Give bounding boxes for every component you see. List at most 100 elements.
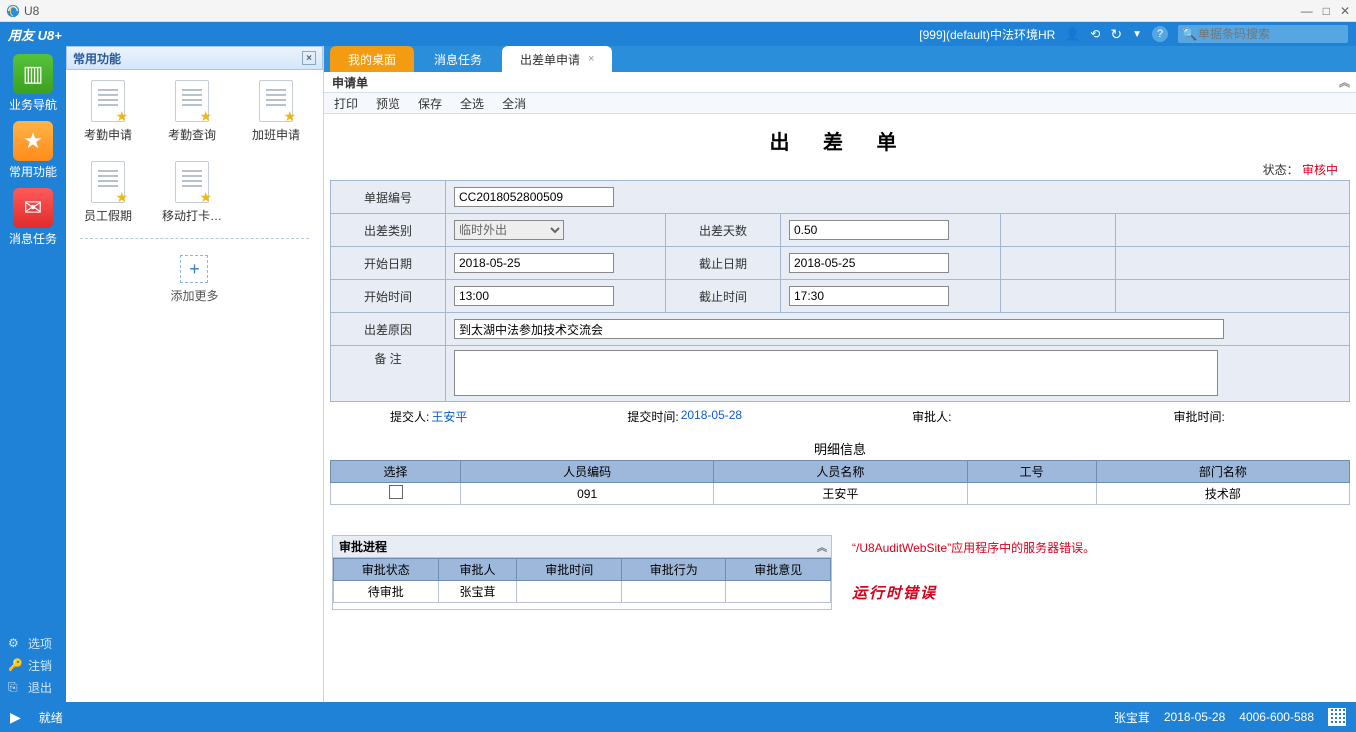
cell-name: 王安平: [714, 483, 967, 505]
status-bar: ▶ 就绪 张宝茸 2018-05-28 4006-600-588: [0, 702, 1356, 732]
tab-strip: 我的桌面 消息任务 出差单申请×: [324, 46, 1356, 72]
cell-code: 091: [461, 483, 714, 505]
starttime-input[interactable]: [454, 286, 614, 306]
search-icon: 🔍: [1182, 27, 1197, 41]
col-aptime: 审批时间: [517, 559, 622, 581]
minimize-button[interactable]: —: [1301, 4, 1313, 18]
mail-icon: ✉: [13, 188, 53, 228]
document-icon: ★: [91, 80, 125, 122]
col-apopinion: 审批意见: [726, 559, 831, 581]
sub-header: 申请单 ︽: [324, 72, 1356, 92]
help-icon[interactable]: ?: [1152, 26, 1168, 42]
status-value: 审核中: [1302, 163, 1338, 177]
fav-item[interactable]: ★员工假期: [78, 161, 138, 224]
preview-button[interactable]: 预览: [376, 95, 400, 112]
fav-item[interactable]: ★加班申请: [246, 80, 306, 143]
col-apstatus: 审批状态: [334, 559, 439, 581]
col-dept: 部门名称: [1096, 461, 1349, 483]
document-icon: ★: [91, 161, 125, 203]
col-emp: 工号: [967, 461, 1096, 483]
rail-options[interactable]: ⚙选项: [8, 632, 58, 654]
tab-messages[interactable]: 消息任务: [416, 46, 500, 72]
favorites-panel: 常用功能 × ★考勤申请 ★考勤查询 ★加班申请 ★员工假期 ★移动打卡… + …: [66, 46, 324, 702]
maximize-button[interactable]: □: [1323, 4, 1330, 18]
submitter-value: 王安平: [431, 408, 467, 425]
error-message: “/U8AuditWebSite”应用程序中的服务器错误。 运行时错误: [844, 535, 1348, 610]
favorites-close-icon[interactable]: ×: [302, 51, 316, 65]
ie-icon: [6, 4, 20, 18]
barcode-search-input[interactable]: [1178, 25, 1348, 43]
docno-label: 单据编号: [331, 181, 446, 214]
remark-label: 备 注: [331, 346, 446, 402]
cell-dept: 技术部: [1096, 483, 1349, 505]
fav-item[interactable]: ★考勤申请: [78, 80, 138, 143]
table-row: 待审批 张宝茸: [334, 581, 831, 603]
type-select[interactable]: 临时外出: [454, 220, 564, 240]
col-select: 选择: [331, 461, 461, 483]
window-title: U8: [24, 4, 39, 18]
rail-logout[interactable]: 🔑注销: [8, 654, 58, 676]
submitter-label: 提交人:: [390, 408, 429, 425]
reason-label: 出差原因: [331, 313, 446, 346]
key-icon: 🔑: [8, 658, 22, 672]
plus-icon: +: [180, 255, 208, 283]
tab-close-icon[interactable]: ×: [588, 53, 594, 65]
pin-icon[interactable]: ▶: [10, 709, 21, 726]
add-more-button[interactable]: + 添加更多: [170, 255, 218, 304]
exit-icon: ⎘: [8, 680, 22, 695]
topbar-dropdown-icon[interactable]: ▼: [1132, 29, 1142, 40]
detail-title: 明细信息: [330, 439, 1350, 458]
favorites-header: 常用功能 ×: [66, 46, 323, 70]
selectall-button[interactable]: 全选: [460, 95, 484, 112]
starttime-label: 开始时间: [331, 280, 446, 313]
startdate-input[interactable]: [454, 253, 614, 273]
save-button[interactable]: 保存: [418, 95, 442, 112]
refresh-icon[interactable]: ⟲: [1090, 27, 1100, 41]
rail-nav-label: 业务导航: [9, 96, 57, 113]
collapse-icon[interactable]: ︽: [1339, 74, 1348, 90]
rail-messages[interactable]: ✉ 消息任务: [9, 188, 57, 247]
startdate-label: 开始日期: [331, 247, 446, 280]
approval-collapse-icon[interactable]: ︽: [817, 539, 825, 554]
print-button[interactable]: 打印: [334, 95, 358, 112]
form-toolbar: 打印 预览 保存 全选 全消: [324, 92, 1356, 114]
rail-exit[interactable]: ⎘退出: [8, 676, 58, 698]
reason-input[interactable]: [454, 319, 1224, 339]
enddate-input[interactable]: [789, 253, 949, 273]
qr-icon[interactable]: [1328, 708, 1346, 726]
rail-favorites[interactable]: ★ 常用功能: [9, 121, 57, 180]
submittime-label: 提交时间:: [627, 408, 678, 425]
sync-icon[interactable]: ↻: [1110, 26, 1122, 43]
favorites-title: 常用功能: [73, 50, 121, 67]
tab-desktop[interactable]: 我的桌面: [330, 46, 414, 72]
window-titlebar: U8 — □ ✕: [0, 0, 1356, 22]
sub-header-title: 申请单: [332, 74, 368, 91]
close-button[interactable]: ✕: [1340, 4, 1350, 18]
days-input[interactable]: [789, 220, 949, 240]
col-apaction: 审批行为: [621, 559, 726, 581]
content-area: 我的桌面 消息任务 出差单申请× 申请单 ︽ 打印 预览 保存 全选 全消 出 …: [324, 46, 1356, 702]
remark-textarea[interactable]: [454, 350, 1218, 396]
divider: [80, 238, 309, 239]
rail-nav[interactable]: ▥ 业务导航: [9, 54, 57, 113]
document-icon: ★: [175, 161, 209, 203]
deselect-button[interactable]: 全消: [502, 95, 526, 112]
row-checkbox[interactable]: [389, 485, 403, 499]
gear-icon: ⚙: [8, 636, 22, 650]
fav-item[interactable]: ★考勤查询: [162, 80, 222, 143]
col-code: 人员编码: [461, 461, 714, 483]
enddate-label: 截止日期: [666, 247, 781, 280]
tab-trip-request[interactable]: 出差单申请×: [502, 46, 612, 72]
user-icon[interactable]: 👤: [1065, 27, 1080, 41]
document-icon: ★: [259, 80, 293, 122]
submittime-value: 2018-05-28: [681, 408, 742, 425]
col-name: 人员名称: [714, 461, 967, 483]
status-phone: 4006-600-588: [1239, 710, 1314, 724]
fav-item[interactable]: ★移动打卡…: [162, 161, 222, 224]
endtime-input[interactable]: [789, 286, 949, 306]
org-label[interactable]: [999](default)中法环境HR: [919, 26, 1055, 43]
detail-table: 选择 人员编码 人员名称 工号 部门名称 091 王安平 技术部: [330, 460, 1350, 505]
trip-form: 单据编号 出差类别 临时外出 出差天数 开始日期 截止日期: [330, 180, 1350, 402]
docno-input[interactable]: [454, 187, 614, 207]
star-icon: ★: [13, 121, 53, 161]
